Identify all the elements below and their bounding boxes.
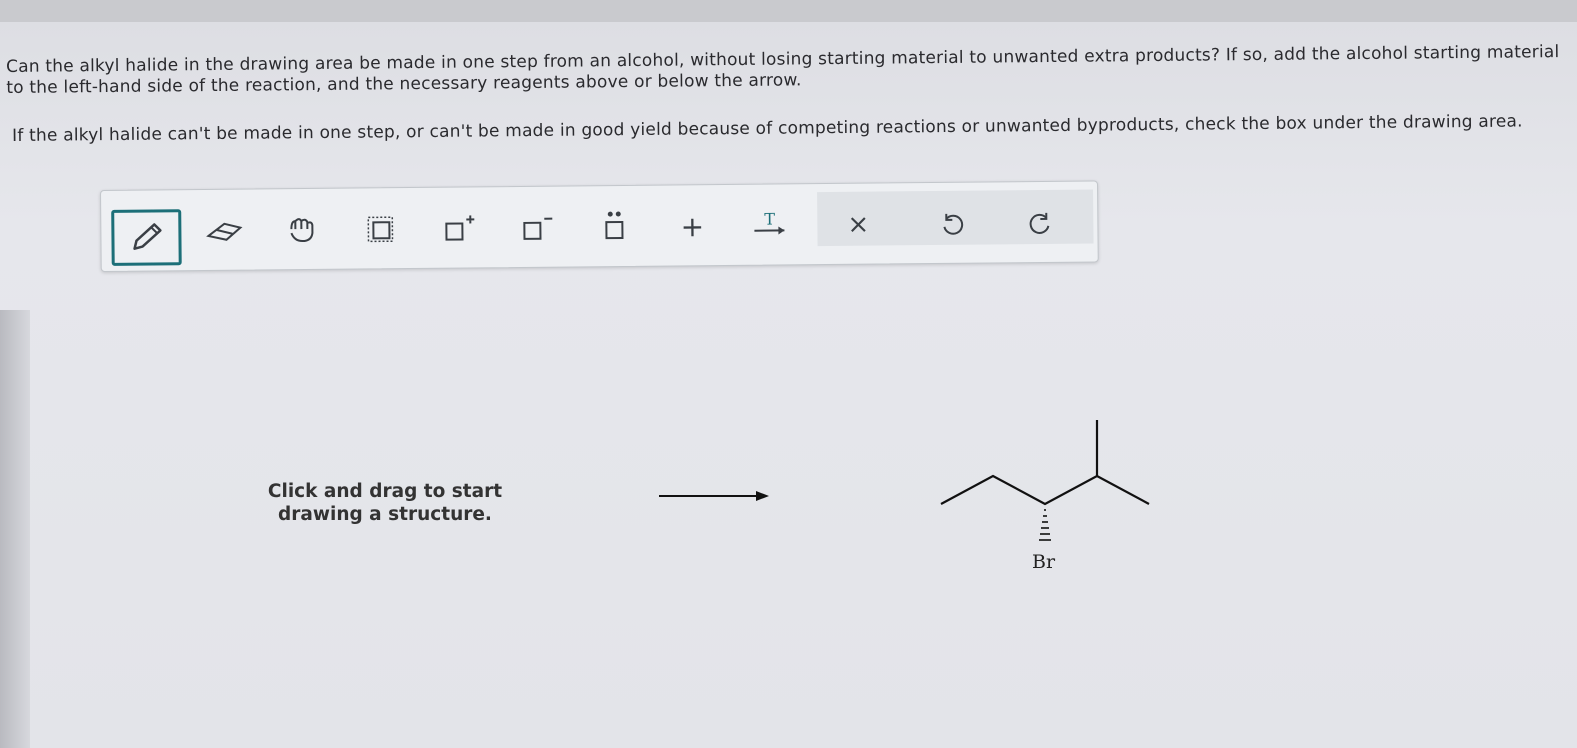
clear-icon: × xyxy=(847,209,870,240)
pencil-icon xyxy=(133,223,162,250)
canvas-hint-text: Click and drag to start drawing a struct… xyxy=(267,481,503,525)
question-paragraph-1: Can the alkyl halide in the drawing area… xyxy=(6,42,1560,98)
eraser-icon xyxy=(206,222,243,241)
reaction-arrow[interactable] xyxy=(659,488,774,504)
reaction-arrow-button[interactable]: T xyxy=(737,199,803,252)
alkyl-halide-structure[interactable] xyxy=(935,414,1155,554)
hand-icon xyxy=(290,218,314,243)
lone-pair-button[interactable] xyxy=(581,201,647,254)
pencil-tool-button[interactable] xyxy=(111,209,182,266)
clear-button[interactable]: × xyxy=(825,198,891,251)
hashed-wedge-bond xyxy=(1039,509,1051,541)
select-tool-button[interactable] xyxy=(347,203,413,256)
question-paragraph-2: If the alkyl halide can't be made in one… xyxy=(12,111,1523,146)
hand-tool-button[interactable] xyxy=(269,204,335,257)
drawing-toolbar: + T × xyxy=(100,180,1099,272)
negative-charge-icon xyxy=(523,217,553,240)
plus-icon: + xyxy=(680,209,705,243)
undo-button[interactable] xyxy=(919,198,985,251)
eraser-tool-button[interactable] xyxy=(191,204,257,257)
positive-charge-button[interactable] xyxy=(425,202,491,255)
redo-button[interactable] xyxy=(1007,197,1073,250)
reaction-arrow-icon: T xyxy=(754,210,785,235)
selection-box-icon xyxy=(367,216,394,243)
bromine-atom-label[interactable]: Br xyxy=(1032,551,1055,573)
negative-charge-button[interactable] xyxy=(503,201,569,254)
undo-icon xyxy=(943,213,964,235)
window-edge xyxy=(0,310,30,748)
top-strip xyxy=(0,0,1577,22)
lone-pair-icon xyxy=(605,211,624,240)
arrow-text-label: T xyxy=(764,210,775,229)
positive-charge-icon xyxy=(445,215,475,241)
plus-tool-button[interactable]: + xyxy=(659,200,725,253)
redo-icon xyxy=(1029,212,1050,234)
